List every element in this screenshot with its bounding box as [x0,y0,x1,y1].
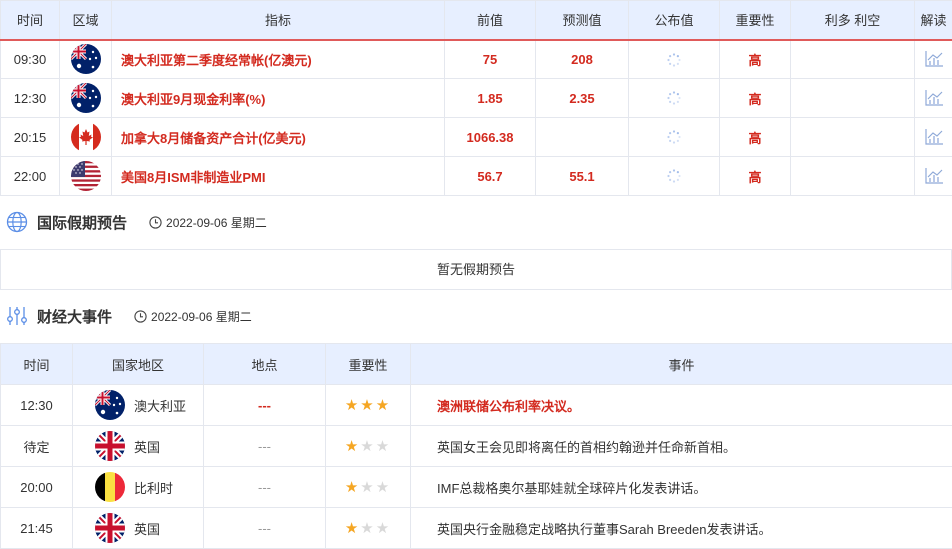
event-time: 12:30 [0,384,73,426]
chart-analysis-icon[interactable] [924,167,944,185]
events-section-header: 财经大事件 2022-09-06 星期二 [6,305,252,327]
row-time: 20:15 [0,117,60,157]
previous-value: 1066.38 [444,117,536,157]
col-header-indicator: 指标 [111,0,445,40]
loading-spinner-icon [666,90,682,106]
event-place: --- [203,425,326,467]
bull-bear-cell [790,156,915,196]
indicator-name[interactable]: 美国8月ISM非制造业PMI [111,156,445,196]
importance-stars: ★★★ [325,425,411,467]
economic-calendar-table: 时间 区域 指标 前值 预测值 公布值 重要性 利多 利空 解读 09:30 澳… [0,0,952,196]
events-table: 时间 国家地区 地点 重要性 事件 12:30 澳大利亚 --- ★★★ 澳洲联… [0,343,952,549]
country-name: 英国 [134,521,161,537]
holiday-date-text: 2022-09-06 星期二 [166,215,267,230]
col-header-forecast: 预测值 [535,0,629,40]
table-row: 21:45 英国 --- ★★★ 英国央行金融稳定战略执行董事Sarah Bre… [0,507,952,549]
be-flag-icon [95,472,125,502]
col-header-event: 事件 [410,343,952,385]
event-text[interactable]: IMF总裁格奥尔基耶娃就全球碎片化发表讲话。 [410,466,952,508]
holiday-empty-message: 暂无假期预告 [0,249,952,290]
event-time: 21:45 [0,507,73,549]
clock-icon [149,215,162,229]
table-row: 09:30 澳大利亚第二季度经常帐(亿澳元) 75 208 高 [0,39,952,79]
country-name: 比利时 [134,480,174,496]
event-text[interactable]: 澳洲联储公布利率决议。 [410,384,952,426]
ca-flag-icon [71,122,101,152]
event-place: --- [203,507,326,549]
uk-flag-icon [95,431,125,461]
events-date-text: 2022-09-06 星期二 [151,309,252,324]
event-text[interactable]: 英国央行金融稳定战略执行董事Sarah Breeden发表讲话。 [410,507,952,549]
au-flag-icon [71,83,101,113]
forecast-value: 2.35 [535,78,629,118]
indicator-name[interactable]: 澳大利亚第二季度经常帐(亿澳元) [111,39,445,79]
forecast-value [535,117,629,157]
importance-value: 高 [719,39,791,79]
row-time: 09:30 [0,39,60,79]
col-header-time: 时间 [0,0,60,40]
event-place: --- [203,466,326,508]
col-header-country: 国家地区 [72,343,204,385]
table-row: 20:15 加拿大8月储备资产合计(亿美元) 1066.38 高 [0,117,952,157]
bull-bear-cell [790,39,915,79]
col-header-previous: 前值 [444,0,536,40]
previous-value: 75 [444,39,536,79]
country-name: 澳大利亚 [134,398,187,414]
col-header-bull-bear: 利多 利空 [790,0,915,40]
importance-value: 高 [719,156,791,196]
importance-value: 高 [719,117,791,157]
uk-flag-icon [95,513,125,543]
loading-spinner-icon [666,52,682,68]
importance-stars: ★★★ [325,384,411,426]
clock-icon [134,309,147,323]
us-flag-icon [71,161,101,191]
indicator-name[interactable]: 加拿大8月储备资产合计(亿美元) [111,117,445,157]
event-time: 20:00 [0,466,73,508]
col-header-place: 地点 [203,343,326,385]
col-header-region: 区域 [59,0,112,40]
holiday-section-title: 国际假期预告 [37,214,128,232]
col-header-importance: 重要性 [325,343,411,385]
au-flag-icon [95,390,125,420]
row-time: 12:30 [0,78,60,118]
previous-value: 56.7 [444,156,536,196]
country-name: 英国 [134,439,161,455]
event-text[interactable]: 英国女王会见即将离任的首相约翰逊并任命新首相。 [410,425,952,467]
events-section-title: 财经大事件 [37,308,113,326]
importance-stars: ★★★ [325,466,411,508]
importance-value: 高 [719,78,791,118]
previous-value: 1.85 [444,78,536,118]
sliders-icon [7,307,27,325]
col-header-analysis: 解读 [914,0,952,40]
col-header-importance: 重要性 [719,0,791,40]
chart-analysis-icon[interactable] [924,89,944,107]
globe-icon [6,211,28,233]
table-row: 12:30 澳大利亚 --- ★★★ 澳洲联储公布利率决议。 [0,384,952,426]
loading-spinner-icon [666,129,682,145]
holiday-section-header: 国际假期预告 2022-09-06 星期二 [6,211,267,233]
forecast-value: 55.1 [535,156,629,196]
events-header-row: 时间 国家地区 地点 重要性 事件 [0,343,952,385]
chart-analysis-icon[interactable] [924,50,944,68]
importance-stars: ★★★ [325,507,411,549]
indicator-name[interactable]: 澳大利亚9月现金利率(%) [111,78,445,118]
table-row: 待定 英国 --- ★★★ 英国女王会见即将离任的首相约翰逊并任命新首相。 [0,425,952,467]
col-header-time: 时间 [0,343,73,385]
chart-analysis-icon[interactable] [924,128,944,146]
table-row: 20:00 比利时 --- ★★★ IMF总裁格奥尔基耶娃就全球碎片化发表讲话。 [0,466,952,508]
bull-bear-cell [790,78,915,118]
table-row: 22:00 美国8月ISM非制造业PMI 56.7 55.1 高 [0,156,952,196]
au-flag-icon [71,44,101,74]
holiday-date: 2022-09-06 星期二 [149,214,267,231]
table-row: 12:30 澳大利亚9月现金利率(%) 1.85 2.35 高 [0,78,952,118]
event-place: --- [203,384,326,426]
bull-bear-cell [790,117,915,157]
events-date: 2022-09-06 星期二 [134,308,252,325]
event-time: 待定 [0,425,73,467]
loading-spinner-icon [666,168,682,184]
calendar-header-row: 时间 区域 指标 前值 预测值 公布值 重要性 利多 利空 解读 [0,0,952,40]
row-time: 22:00 [0,156,60,196]
forecast-value: 208 [535,39,629,79]
col-header-actual: 公布值 [628,0,720,40]
